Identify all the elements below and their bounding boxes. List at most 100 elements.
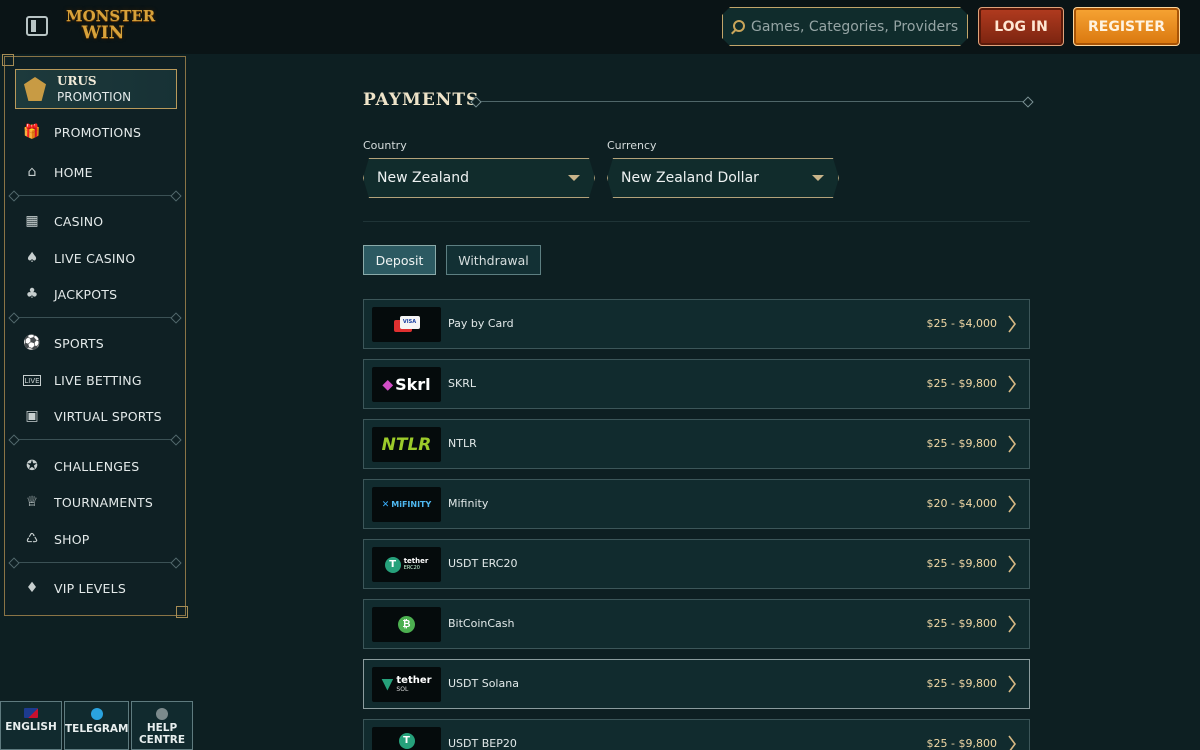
sidebar-item-label: JACKPOTS xyxy=(54,286,118,302)
payment-method-range: $25 - $9,800 xyxy=(926,737,997,750)
tether-icon: T xyxy=(398,733,415,749)
nav-divider xyxy=(13,317,177,318)
telegram-button[interactable]: TELEGRAM xyxy=(64,701,129,750)
register-button[interactable]: REGISTER xyxy=(1073,7,1180,46)
section-divider xyxy=(363,221,1030,222)
sidebar-item-shop[interactable]: ♺ SHOP xyxy=(23,528,183,550)
help-centre-button[interactable]: HELP CENTRE xyxy=(131,701,193,750)
payment-method-row[interactable]: tether SOL USDT Solana $25 - $9,800 xyxy=(363,659,1030,709)
sidebar-item-casino[interactable]: ▦ CASINO xyxy=(23,210,183,232)
payment-method-range: $25 - $9,800 xyxy=(926,437,997,450)
chevron-right-icon xyxy=(1008,435,1016,453)
ntlr-logo-text: NTLR xyxy=(381,434,432,455)
bitcoincash-logo: ₿ xyxy=(372,607,441,642)
live-icon: LIVE xyxy=(23,374,41,386)
search-input[interactable] xyxy=(751,16,961,38)
sidebar-item-home[interactable]: ⌂ HOME xyxy=(23,161,183,183)
flag-icon xyxy=(24,708,38,718)
payment-method-row[interactable]: VISA Pay by Card $25 - $4,000 xyxy=(363,299,1030,349)
payment-method-name: SKRL xyxy=(448,377,476,390)
search-icon xyxy=(733,20,745,32)
payment-method-name: USDT ERC20 xyxy=(448,557,518,570)
card-logo: VISA xyxy=(372,307,441,342)
chevron-down-icon xyxy=(568,175,580,181)
clover-icon: ♣ xyxy=(25,286,39,302)
gift-icon: 🎁 xyxy=(23,124,41,140)
payment-method-name: NTLR xyxy=(448,437,477,450)
sidebar-item-live-betting[interactable]: LIVE LIVE BETTING xyxy=(23,369,183,391)
payment-method-name: USDT Solana xyxy=(448,677,519,690)
sidebar-item-label: SHOP xyxy=(54,531,90,547)
sidebar-item-sports[interactable]: ⚽ SPORTS xyxy=(23,332,183,354)
promo-card[interactable]: URUS PROMOTION xyxy=(15,69,177,109)
tether-icon xyxy=(381,678,394,691)
diamond-icon: ♦ xyxy=(25,580,39,596)
tether-sol-logo: tether SOL xyxy=(372,667,441,702)
tab-withdrawal[interactable]: Withdrawal xyxy=(446,245,541,275)
chevron-right-icon xyxy=(1008,615,1016,633)
sidebar-item-challenges[interactable]: ✪ CHALLENGES xyxy=(23,455,183,477)
payment-method-row[interactable]: T USDT BEP20 $25 - $9,800 xyxy=(363,719,1030,750)
tether-erc20-logo: T tether ERC20 xyxy=(372,547,441,582)
promo-title: URUS xyxy=(57,74,97,88)
search-box[interactable] xyxy=(722,7,968,46)
mifinity-logo: ✕ MiFINITY xyxy=(372,487,441,522)
telegram-label: TELEGRAM xyxy=(65,723,129,735)
visa-logo-text: VISA xyxy=(399,315,420,329)
chevron-right-icon xyxy=(1008,555,1016,573)
ntlr-logo: NTLR xyxy=(372,427,441,462)
chevron-right-icon xyxy=(1008,375,1016,393)
ball-icon: ⚽ xyxy=(23,335,41,351)
nav-divider xyxy=(13,562,177,563)
payment-method-range: $25 - $9,800 xyxy=(926,377,997,390)
tab-deposit[interactable]: Deposit xyxy=(363,245,436,275)
sidebar-item-label: VIP LEVELS xyxy=(54,580,126,596)
sidebar-item-label: LIVE BETTING xyxy=(54,372,142,388)
login-button[interactable]: LOG IN xyxy=(978,7,1064,46)
skrl-logo-text: Skrl xyxy=(395,375,431,394)
currency-value: New Zealand Dollar xyxy=(621,170,759,186)
currency-select[interactable]: New Zealand Dollar xyxy=(607,158,839,198)
payment-method-row[interactable]: ₿ BitCoinCash $25 - $9,800 xyxy=(363,599,1030,649)
virtual-sports-icon: ▣ xyxy=(25,408,39,424)
language-label: ENGLISH xyxy=(5,721,57,733)
sidebar-item-virtual-sports[interactable]: ▣ VIRTUAL SPORTS xyxy=(23,405,183,427)
chevron-right-icon xyxy=(1008,495,1016,513)
payment-method-row[interactable]: ◆ Skrl SKRL $25 - $9,800 xyxy=(363,359,1030,409)
sidebar-item-label: CASINO xyxy=(54,213,104,229)
tether-logo-text: tether xyxy=(396,674,432,686)
payment-method-row[interactable]: T tether ERC20 USDT ERC20 $25 - $9,800 xyxy=(363,539,1030,589)
tether-icon: T xyxy=(384,556,401,573)
payment-method-range: $25 - $9,800 xyxy=(926,617,997,630)
chevron-right-icon xyxy=(1008,675,1016,693)
sidebar-item-live-casino[interactable]: ♠ LIVE CASINO xyxy=(23,247,183,269)
tether-logo-network: SOL xyxy=(396,685,409,693)
home-icon: ⌂ xyxy=(27,164,37,180)
page-title: PAYMENTS xyxy=(363,90,480,110)
slot-machine-icon: ▦ xyxy=(25,213,39,229)
sidebar-item-label: CHALLENGES xyxy=(54,458,140,474)
cards-icon: ♠ xyxy=(25,250,39,266)
country-label: Country xyxy=(363,139,407,152)
sidebar-item-tournaments[interactable]: ♕ TOURNAMENTS xyxy=(23,491,183,513)
language-button[interactable]: ENGLISH xyxy=(0,701,62,750)
sidebar-toggle-icon[interactable] xyxy=(26,16,48,36)
tether-logo-network: ERC20 xyxy=(403,564,420,571)
tether-bep20-logo: T xyxy=(372,727,441,750)
chevron-right-icon xyxy=(1008,315,1016,333)
payment-method-row[interactable]: NTLR NTLR $25 - $9,800 xyxy=(363,419,1030,469)
sidebar-item-vip-levels[interactable]: ♦ VIP LEVELS xyxy=(23,577,183,599)
currency-label: Currency xyxy=(607,139,657,152)
sidebar-item-promotions[interactable]: 🎁 PROMOTIONS xyxy=(23,121,183,143)
payment-method-name: USDT BEP20 xyxy=(448,737,517,750)
payment-method-name: Pay by Card xyxy=(448,317,514,330)
basket-icon: ♺ xyxy=(25,531,39,547)
payment-method-row[interactable]: ✕ MiFINITY Mifinity $20 - $4,000 xyxy=(363,479,1030,529)
site-logo[interactable]: MONSTER WIN xyxy=(66,8,155,46)
country-select[interactable]: New Zealand xyxy=(363,158,595,198)
telegram-icon xyxy=(90,708,103,720)
payment-method-range: $20 - $4,000 xyxy=(926,497,997,510)
sidebar-item-jackpots[interactable]: ♣ JACKPOTS xyxy=(23,283,183,305)
tether-logo-text: tether xyxy=(403,556,429,565)
payment-method-range: $25 - $9,800 xyxy=(926,677,997,690)
